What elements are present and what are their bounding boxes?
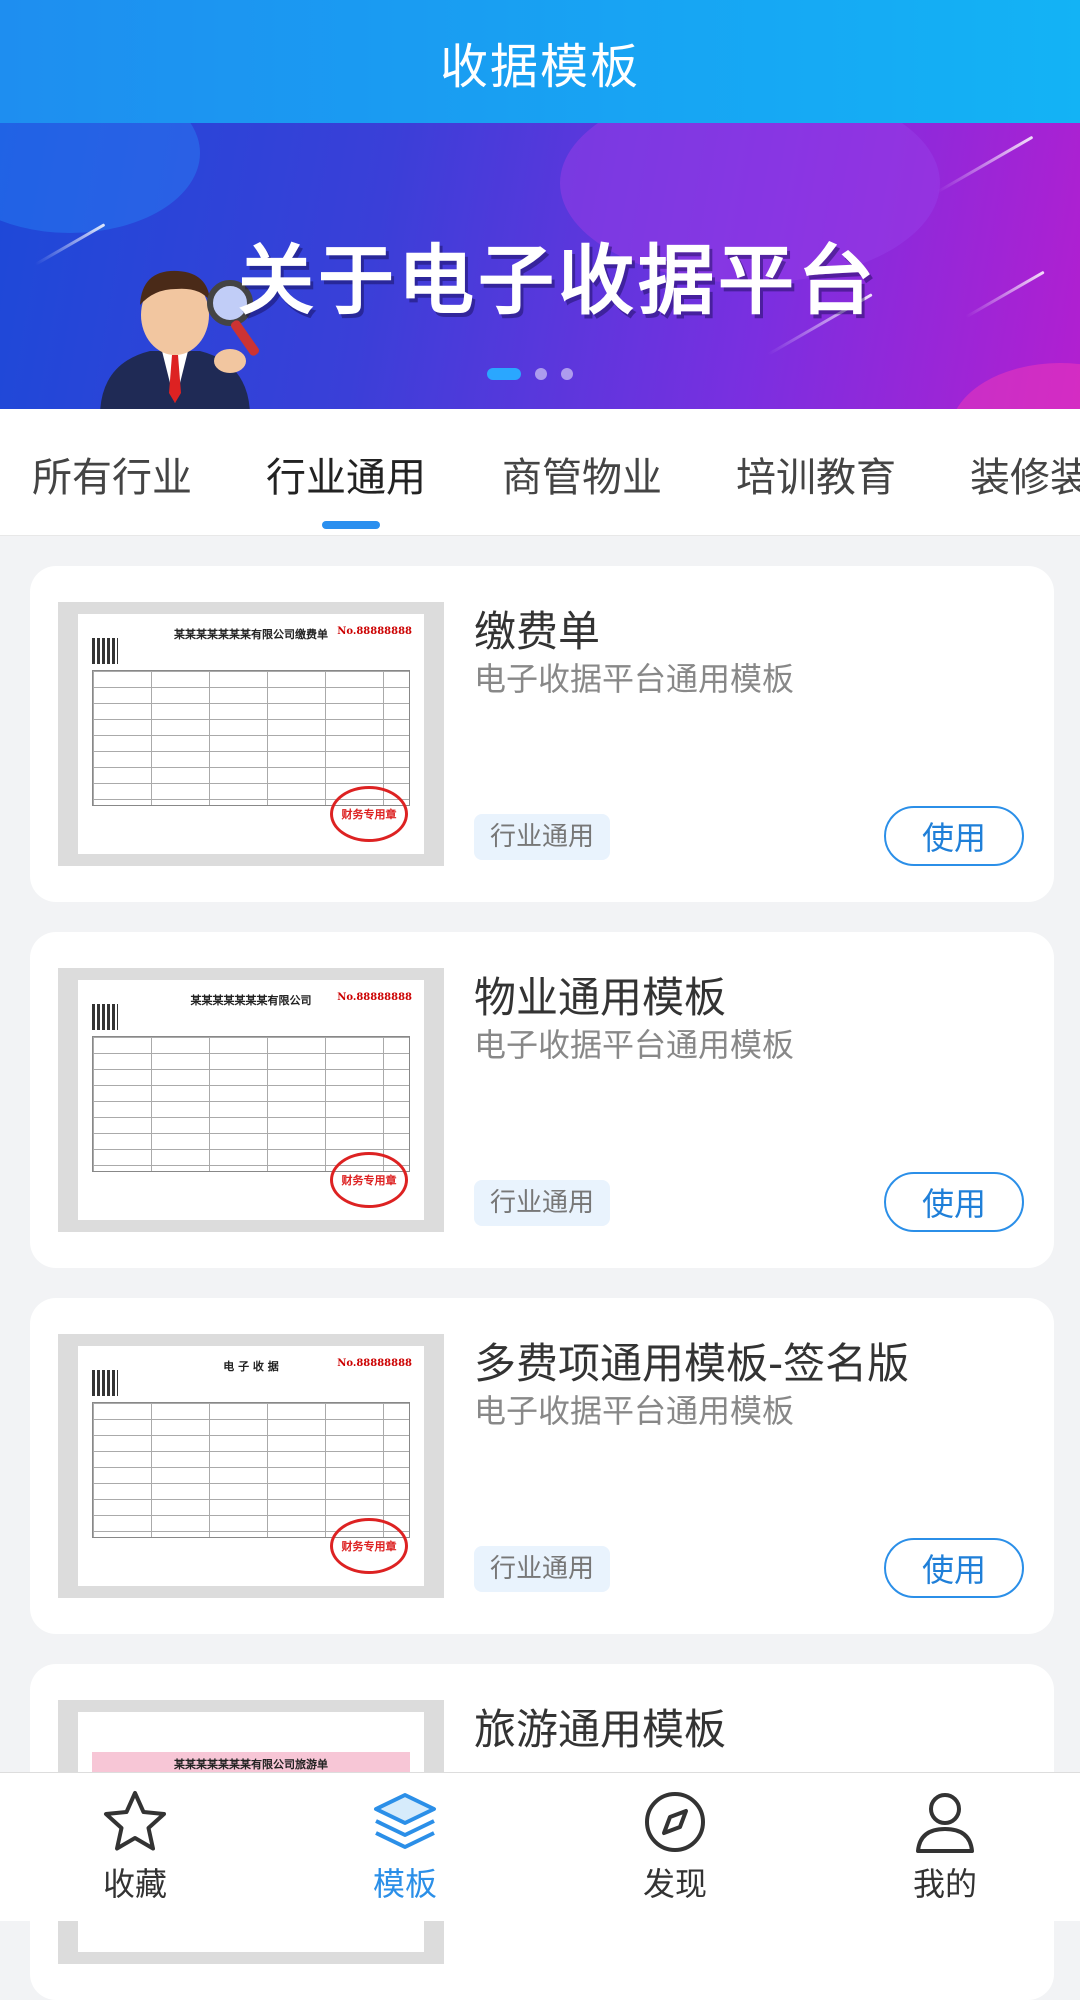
bottom-tab-bar: 收藏 模板 发现 我的 xyxy=(0,1772,1080,1921)
template-card[interactable]: 某某某某某某某有限公司缴费单 No.88888888 财务专用章 缴费单 电子收… xyxy=(30,566,1054,902)
template-tag: 行业通用 xyxy=(474,1546,611,1592)
layers-icon xyxy=(374,1793,436,1849)
tab-education[interactable]: 培训教育 xyxy=(736,445,896,503)
star-icon xyxy=(104,1791,166,1851)
tab-decoration[interactable]: 装修装 xyxy=(970,445,1080,503)
compass-icon xyxy=(645,1792,705,1852)
carousel-indicator xyxy=(487,368,573,380)
seal-stamp: 财务专用章 xyxy=(330,1518,408,1574)
carousel-dot[interactable] xyxy=(535,368,547,380)
template-tag: 行业通用 xyxy=(474,1180,611,1226)
tabbar-label: 我的 xyxy=(912,1865,977,1903)
tabbar-label: 收藏 xyxy=(102,1865,167,1903)
receipt-preview: 电 子 收 据 No.88888888 财务专用章 xyxy=(78,1346,424,1586)
template-card[interactable]: 电 子 收 据 No.88888888 财务专用章 多费项通用模板-签名版 电子… xyxy=(30,1298,1054,1634)
tabbar-item-discover[interactable]: 发现 xyxy=(605,1787,745,1905)
header-bar: 收据模板 xyxy=(0,0,1080,123)
carousel-dot-active[interactable] xyxy=(487,368,521,380)
template-thumbnail[interactable]: 某某某某某某某有限公司 No.88888888 财务专用章 xyxy=(58,968,444,1232)
template-subtitle: 电子收据平台通用模板 xyxy=(474,1026,795,1064)
tab-general[interactable]: 行业通用 xyxy=(266,445,426,503)
template-thumbnail[interactable]: 某某某某某某某有限公司缴费单 No.88888888 财务专用章 xyxy=(58,602,444,866)
banner-streak xyxy=(965,270,1045,319)
tabbar-item-templates[interactable]: 模板 xyxy=(335,1787,475,1905)
tabbar-label: 发现 xyxy=(642,1865,707,1903)
receipt-preview: 某某某某某某某有限公司缴费单 No.88888888 财务专用章 xyxy=(78,614,424,854)
template-subtitle: 电子收据平台通用模板 xyxy=(474,1392,795,1430)
template-title: 旅游通用模板 xyxy=(474,1705,727,1754)
use-button[interactable]: 使用 xyxy=(884,1172,1024,1232)
template-title: 缴费单 xyxy=(474,607,601,656)
template-tag: 行业通用 xyxy=(474,814,611,860)
banner-decoration xyxy=(0,123,200,233)
banner-carousel[interactable]: 关于电子收据平台 xyxy=(0,123,1080,409)
receipt-preview-number: No.88888888 xyxy=(337,1358,412,1369)
template-title: 物业通用模板 xyxy=(474,973,727,1022)
seal-stamp: 财务专用章 xyxy=(330,1152,408,1208)
tab-all-industries[interactable]: 所有行业 xyxy=(32,445,192,503)
banner-title: 关于电子收据平台 xyxy=(238,236,878,325)
carousel-dot[interactable] xyxy=(561,368,573,380)
receipt-preview-title: 某某某某某某某有限公司旅游单 xyxy=(174,1758,328,1771)
banner-decoration xyxy=(950,363,1080,409)
user-icon xyxy=(916,1793,974,1853)
page-title: 收据模板 xyxy=(439,38,640,95)
template-card[interactable]: 某某某某某某某有限公司 No.88888888 财务专用章 物业通用模板 电子收… xyxy=(30,932,1054,1268)
tab-active-indicator xyxy=(322,521,380,529)
seal-stamp: 财务专用章 xyxy=(330,786,408,842)
tabbar-item-profile[interactable]: 我的 xyxy=(875,1787,1015,1905)
template-title: 多费项通用模板-签名版 xyxy=(474,1339,910,1388)
tab-property[interactable]: 商管物业 xyxy=(502,445,662,503)
receipt-preview: 某某某某某某某有限公司 No.88888888 财务专用章 xyxy=(78,980,424,1220)
receipt-preview-number: No.88888888 xyxy=(337,626,412,637)
template-subtitle: 电子收据平台通用模板 xyxy=(474,660,795,698)
receipt-preview-number: No.88888888 xyxy=(337,992,412,1003)
use-button[interactable]: 使用 xyxy=(884,1538,1024,1598)
tabbar-item-favorites[interactable]: 收藏 xyxy=(65,1787,205,1905)
tabbar-label: 模板 xyxy=(372,1865,437,1903)
category-tabs: 所有行业 行业通用 商管物业 培训教育 装修装 xyxy=(0,409,1080,536)
template-thumbnail[interactable]: 电 子 收 据 No.88888888 财务专用章 xyxy=(58,1334,444,1598)
use-button[interactable]: 使用 xyxy=(884,806,1024,866)
banner-streak xyxy=(936,135,1034,194)
